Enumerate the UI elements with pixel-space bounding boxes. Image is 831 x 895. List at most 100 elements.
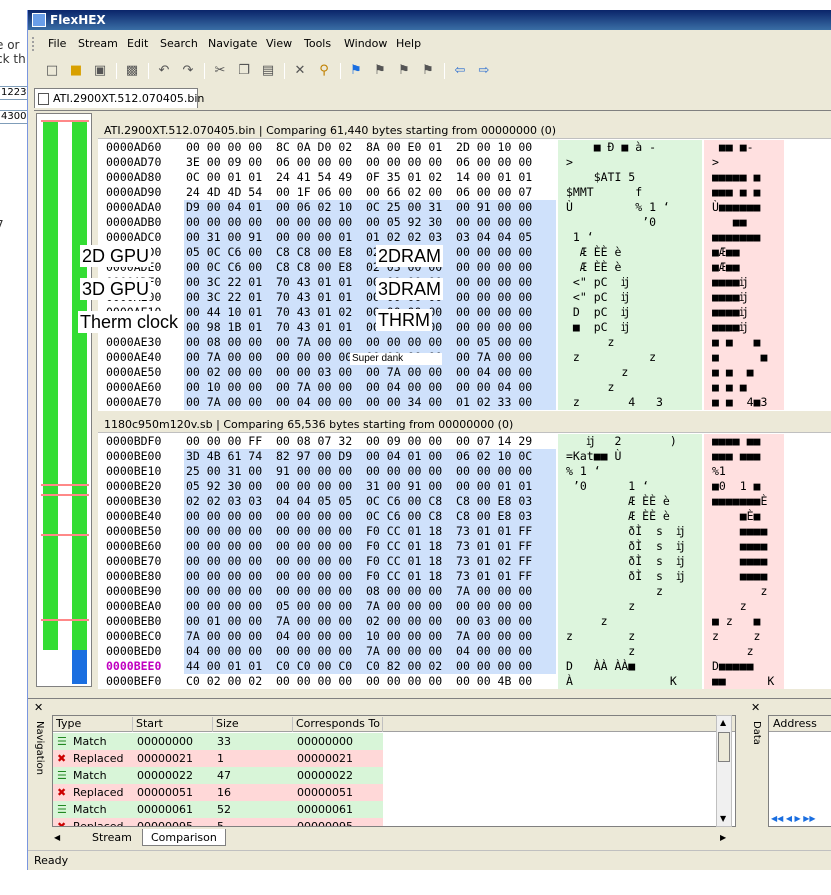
bookmark-prev-icon[interactable]: ⚑: [370, 61, 390, 81]
row-hex-bytes[interactable]: 00 3C 22 01 70 43 01 01 00 00 00 00 00 0…: [184, 275, 556, 290]
menu-help[interactable]: Help: [396, 37, 421, 50]
scroll-down-icon[interactable]: ▼: [720, 814, 726, 823]
find-icon[interactable]: ⚲: [314, 61, 334, 81]
row-text[interactable]: ðÌ s ĳ: [558, 554, 702, 569]
delete-icon[interactable]: ✕: [290, 61, 310, 81]
row-text[interactable]: z: [558, 335, 702, 350]
row-hex-bytes[interactable]: 00 08 00 00 00 7A 00 00 00 00 00 00 00 0…: [184, 335, 556, 350]
row-hex-bytes[interactable]: 05 0C C6 00 C8 C8 00 E8 02 03 00 00 00 0…: [184, 245, 556, 260]
file-map[interactable]: [36, 113, 92, 687]
row-hex-bytes[interactable]: 00 00 00 00 8C 0A D0 02 8A 00 E0 01 2D 0…: [184, 140, 556, 155]
tab-comparison[interactable]: Comparison: [142, 829, 226, 846]
bookmark-next-icon[interactable]: ⚑: [394, 61, 414, 81]
row-hex-bytes[interactable]: 00 0C C6 00 C8 C8 00 E8 02 03 00 00 00 0…: [184, 260, 556, 275]
scroll-up-icon[interactable]: ▲: [720, 718, 726, 727]
row-hex-bytes[interactable]: 00 98 1B 01 70 43 01 01 00 00 00 00 00 0…: [184, 320, 556, 335]
menu-stream[interactable]: Stream: [78, 37, 118, 50]
row-hex-bytes[interactable]: D9 00 04 01 00 06 02 10 0C 25 00 31 00 9…: [184, 200, 556, 215]
document-tab[interactable]: ATI.2900XT.512.070405.bin: [34, 88, 204, 108]
row-text[interactable]: Æ ÈÈ è: [558, 509, 702, 524]
menu-view[interactable]: View: [266, 37, 292, 50]
paste-icon[interactable]: ▤: [258, 61, 278, 81]
menu-window[interactable]: Window: [344, 37, 387, 50]
row-text[interactable]: <" pC ĳ: [558, 290, 702, 305]
row-hex-bytes[interactable]: 25 00 31 00 91 00 00 00 00 00 00 00 00 0…: [184, 464, 556, 479]
row-hex-bytes[interactable]: 00 02 00 00 00 00 03 00 00 7A 00 00 00 0…: [184, 365, 556, 380]
row-text[interactable]: z z: [558, 629, 702, 644]
row-text[interactable]: 1 ‘: [558, 230, 702, 245]
row-hex-bytes[interactable]: 0C 00 01 01 24 41 54 49 0F 35 01 02 14 0…: [184, 170, 556, 185]
back-icon[interactable]: ⇦: [450, 61, 470, 81]
copy-icon[interactable]: ❐: [234, 61, 254, 81]
table-row[interactable]: ✖ Replaced 00000095 5 00000095: [53, 818, 383, 826]
row-hex-bytes[interactable]: 00 10 00 00 00 7A 00 00 00 04 00 00 00 0…: [184, 380, 556, 395]
row-hex-bytes[interactable]: 00 00 00 00 00 00 00 00 08 00 00 00 7A 0…: [184, 584, 556, 599]
row-hex-bytes[interactable]: 00 00 00 00 05 00 00 00 7A 00 00 00 00 0…: [184, 599, 556, 614]
row-text[interactable]: <" pC ĳ: [558, 275, 702, 290]
row-text[interactable]: ðÌ s ĳ: [558, 539, 702, 554]
row-hex-bytes[interactable]: 00 7A 00 00 00 04 00 00 00 00 34 00 01 0…: [184, 395, 556, 410]
tab-scroll-left-icon[interactable]: ◀: [54, 833, 60, 842]
row-text[interactable]: ðÌ s ĳ: [558, 569, 702, 584]
row-text[interactable]: =Kat■■ Ù: [558, 449, 702, 464]
row-text[interactable]: z z: [558, 350, 702, 365]
hex-pane-bottom[interactable]: 1180c950m120v.sb | Comparing 65,536 byte…: [98, 417, 831, 689]
row-text[interactable]: ’0: [558, 215, 702, 230]
hex-pane-top[interactable]: ATI.2900XT.512.070405.bin | Comparing 61…: [98, 123, 831, 411]
row-hex-bytes[interactable]: 24 4D 4D 54 00 1F 06 00 00 66 02 00 06 0…: [184, 185, 556, 200]
bookmark-icon[interactable]: ⚑: [346, 61, 366, 81]
tab-stream[interactable]: Stream: [84, 829, 140, 846]
row-hex-bytes[interactable]: 00 00 00 00 00 00 00 00 F0 CC 01 18 73 0…: [184, 524, 556, 539]
row-hex-bytes[interactable]: 7A 00 00 00 04 00 00 00 10 00 00 00 7A 0…: [184, 629, 556, 644]
scroll-thumb[interactable]: [718, 732, 730, 762]
row-text[interactable]: Æ ÈÈ è: [558, 260, 702, 275]
menu-search[interactable]: Search: [160, 37, 198, 50]
table-row[interactable]: ☰ Match 00000061 52 00000061: [53, 801, 383, 818]
table-row[interactable]: ✖ Replaced 00000021 1 00000021: [53, 750, 383, 767]
table-row[interactable]: ✖ Replaced 00000051 16 00000051: [53, 784, 383, 801]
row-hex-bytes[interactable]: C0 02 00 02 00 00 00 00 00 00 00 00 00 0…: [184, 674, 556, 689]
table-row[interactable]: ☰ Match 00000000 33 00000000: [53, 733, 383, 750]
table-row[interactable]: ☰ Match 00000022 47 00000022: [53, 767, 383, 784]
close-icon[interactable]: ✕: [34, 701, 43, 714]
row-text[interactable]: D pC ĳ: [558, 305, 702, 320]
menu-tools[interactable]: Tools: [304, 37, 331, 50]
row-text[interactable]: ■ Đ ■ à -: [558, 140, 702, 155]
row-text[interactable]: z: [558, 584, 702, 599]
redo-icon[interactable]: ↷: [178, 61, 198, 81]
row-text[interactable]: À K: [558, 674, 702, 689]
row-text[interactable]: ■ pC ĳ: [558, 320, 702, 335]
title-bar[interactable]: FlexHEX: [28, 10, 831, 30]
bookmark-clear-icon[interactable]: ⚑: [418, 61, 438, 81]
undo-icon[interactable]: ↶: [154, 61, 174, 81]
row-hex-bytes[interactable]: 44 00 01 01 C0 C0 00 C0 C0 82 00 02 00 0…: [184, 659, 556, 674]
column-corresponds[interactable]: Corresponds To: [293, 717, 383, 732]
row-text[interactable]: D ÀÀ ÀÀ■: [558, 659, 702, 674]
cut-icon[interactable]: ✂: [210, 61, 230, 81]
row-hex-bytes[interactable]: 00 00 00 00 00 00 00 00 F0 CC 01 18 73 0…: [184, 569, 556, 584]
row-hex-bytes[interactable]: 00 00 00 00 00 00 00 00 F0 CC 01 18 73 0…: [184, 539, 556, 554]
row-hex-bytes[interactable]: 00 01 00 00 7A 00 00 00 02 00 00 00 00 0…: [184, 614, 556, 629]
print-icon[interactable]: ▩: [122, 61, 142, 81]
row-text[interactable]: z: [558, 599, 702, 614]
row-text[interactable]: % 1 ‘: [558, 464, 702, 479]
row-hex-bytes[interactable]: 00 00 00 00 00 00 00 00 00 05 92 30 00 0…: [184, 215, 556, 230]
tab-scroll-right-icon[interactable]: ▶: [720, 833, 726, 842]
row-text[interactable]: >: [558, 155, 702, 170]
table-scrollbar[interactable]: ▲ ▼: [716, 715, 732, 827]
row-hex-bytes[interactable]: 02 02 03 03 04 04 05 05 0C C6 00 C8 C8 0…: [184, 494, 556, 509]
forward-icon[interactable]: ⇨: [474, 61, 494, 81]
row-hex-bytes[interactable]: 00 3C 22 01 70 43 01 01 00 00 00 00 00 0…: [184, 290, 556, 305]
save-icon[interactable]: ▣: [90, 61, 110, 81]
row-text[interactable]: Æ ÈÈ è: [558, 245, 702, 260]
row-hex-bytes[interactable]: 00 44 10 01 70 43 01 02 00 00 00 00 00 0…: [184, 305, 556, 320]
column-start[interactable]: Start: [133, 717, 213, 732]
row-text[interactable]: ðÌ s ĳ: [558, 524, 702, 539]
row-hex-bytes[interactable]: 3E 00 09 00 06 00 00 00 00 00 00 00 06 0…: [184, 155, 556, 170]
row-hex-bytes[interactable]: 00 00 00 00 00 00 00 00 0C C6 00 C8 C8 0…: [184, 509, 556, 524]
menu-edit[interactable]: Edit: [127, 37, 148, 50]
row-text[interactable]: ĳ 2 ): [558, 434, 702, 449]
row-hex-bytes[interactable]: 05 92 30 00 00 00 00 00 31 00 91 00 00 0…: [184, 479, 556, 494]
menu-file[interactable]: File: [48, 37, 66, 50]
row-text[interactable]: ’0 1 ‘: [558, 479, 702, 494]
